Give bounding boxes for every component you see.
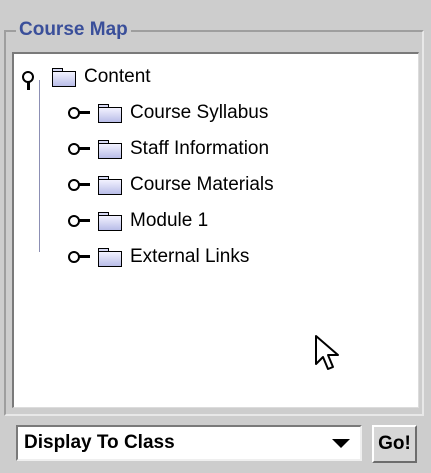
tree-node-label: Course Syllabus bbox=[130, 102, 269, 123]
chevron-down-icon[interactable] bbox=[332, 438, 350, 448]
tree-node-course-syllabus[interactable]: Course Syllabus bbox=[68, 98, 268, 128]
tree-connector-line bbox=[39, 80, 40, 252]
tree-node-label: Staff Information bbox=[130, 138, 270, 159]
tree-node-label: Course Materials bbox=[130, 174, 274, 195]
folder-icon bbox=[98, 175, 122, 195]
tree-node-label: Content bbox=[84, 66, 151, 87]
folder-icon bbox=[98, 211, 122, 231]
course-tree[interactable]: Content Course Syllabus Staff Informatio… bbox=[12, 52, 419, 408]
select-value: Display To Class bbox=[24, 432, 175, 453]
tree-node-staff-information[interactable]: Staff Information bbox=[68, 134, 269, 164]
go-button[interactable]: Go! bbox=[372, 425, 417, 463]
group-title: Course Map bbox=[16, 18, 131, 42]
folder-icon bbox=[52, 67, 76, 87]
mouse-pointer-icon bbox=[315, 335, 339, 370]
expand-toggle-icon[interactable] bbox=[68, 177, 94, 193]
tree-node-root[interactable]: Content bbox=[22, 62, 151, 92]
collapse-toggle-icon[interactable] bbox=[22, 69, 48, 90]
display-to-select[interactable]: Display To Class bbox=[16, 425, 362, 461]
tree-node-external-links[interactable]: External Links bbox=[68, 242, 249, 272]
expand-toggle-icon[interactable] bbox=[68, 249, 94, 265]
tree-node-module-1[interactable]: Module 1 bbox=[68, 206, 208, 236]
tree-node-label: External Links bbox=[130, 246, 250, 267]
expand-toggle-icon[interactable] bbox=[68, 213, 94, 229]
tree-node-label: Module 1 bbox=[130, 210, 209, 231]
folder-icon bbox=[98, 139, 122, 159]
course-map-window: Course Map Content Course Syllabus Staff… bbox=[0, 0, 431, 473]
tree-node-course-materials[interactable]: Course Materials bbox=[68, 170, 274, 200]
folder-icon bbox=[98, 247, 122, 267]
expand-toggle-icon[interactable] bbox=[68, 141, 94, 157]
folder-icon bbox=[98, 103, 122, 123]
expand-toggle-icon[interactable] bbox=[68, 105, 94, 121]
